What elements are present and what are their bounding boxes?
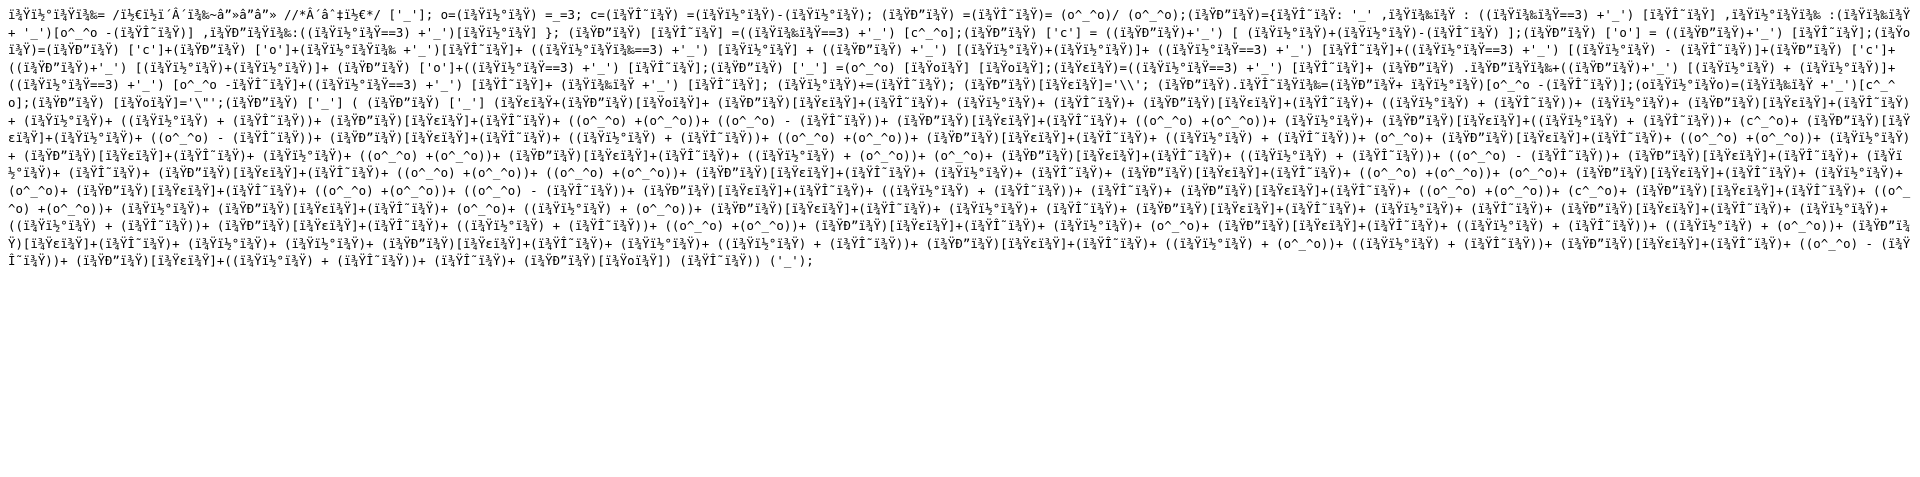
document-page: ï¾Ÿï½°ï¾Ÿï¾‰= /ï½€ï½ï´Â´ï¾‰~â”»â”â”» //*… — [8, 6, 1912, 471]
obfuscated-script-text: ï¾Ÿï½°ï¾Ÿï¾‰= /ï½€ï½ï´Â´ï¾‰~â”»â”â”» //*… — [8, 7, 1911, 269]
